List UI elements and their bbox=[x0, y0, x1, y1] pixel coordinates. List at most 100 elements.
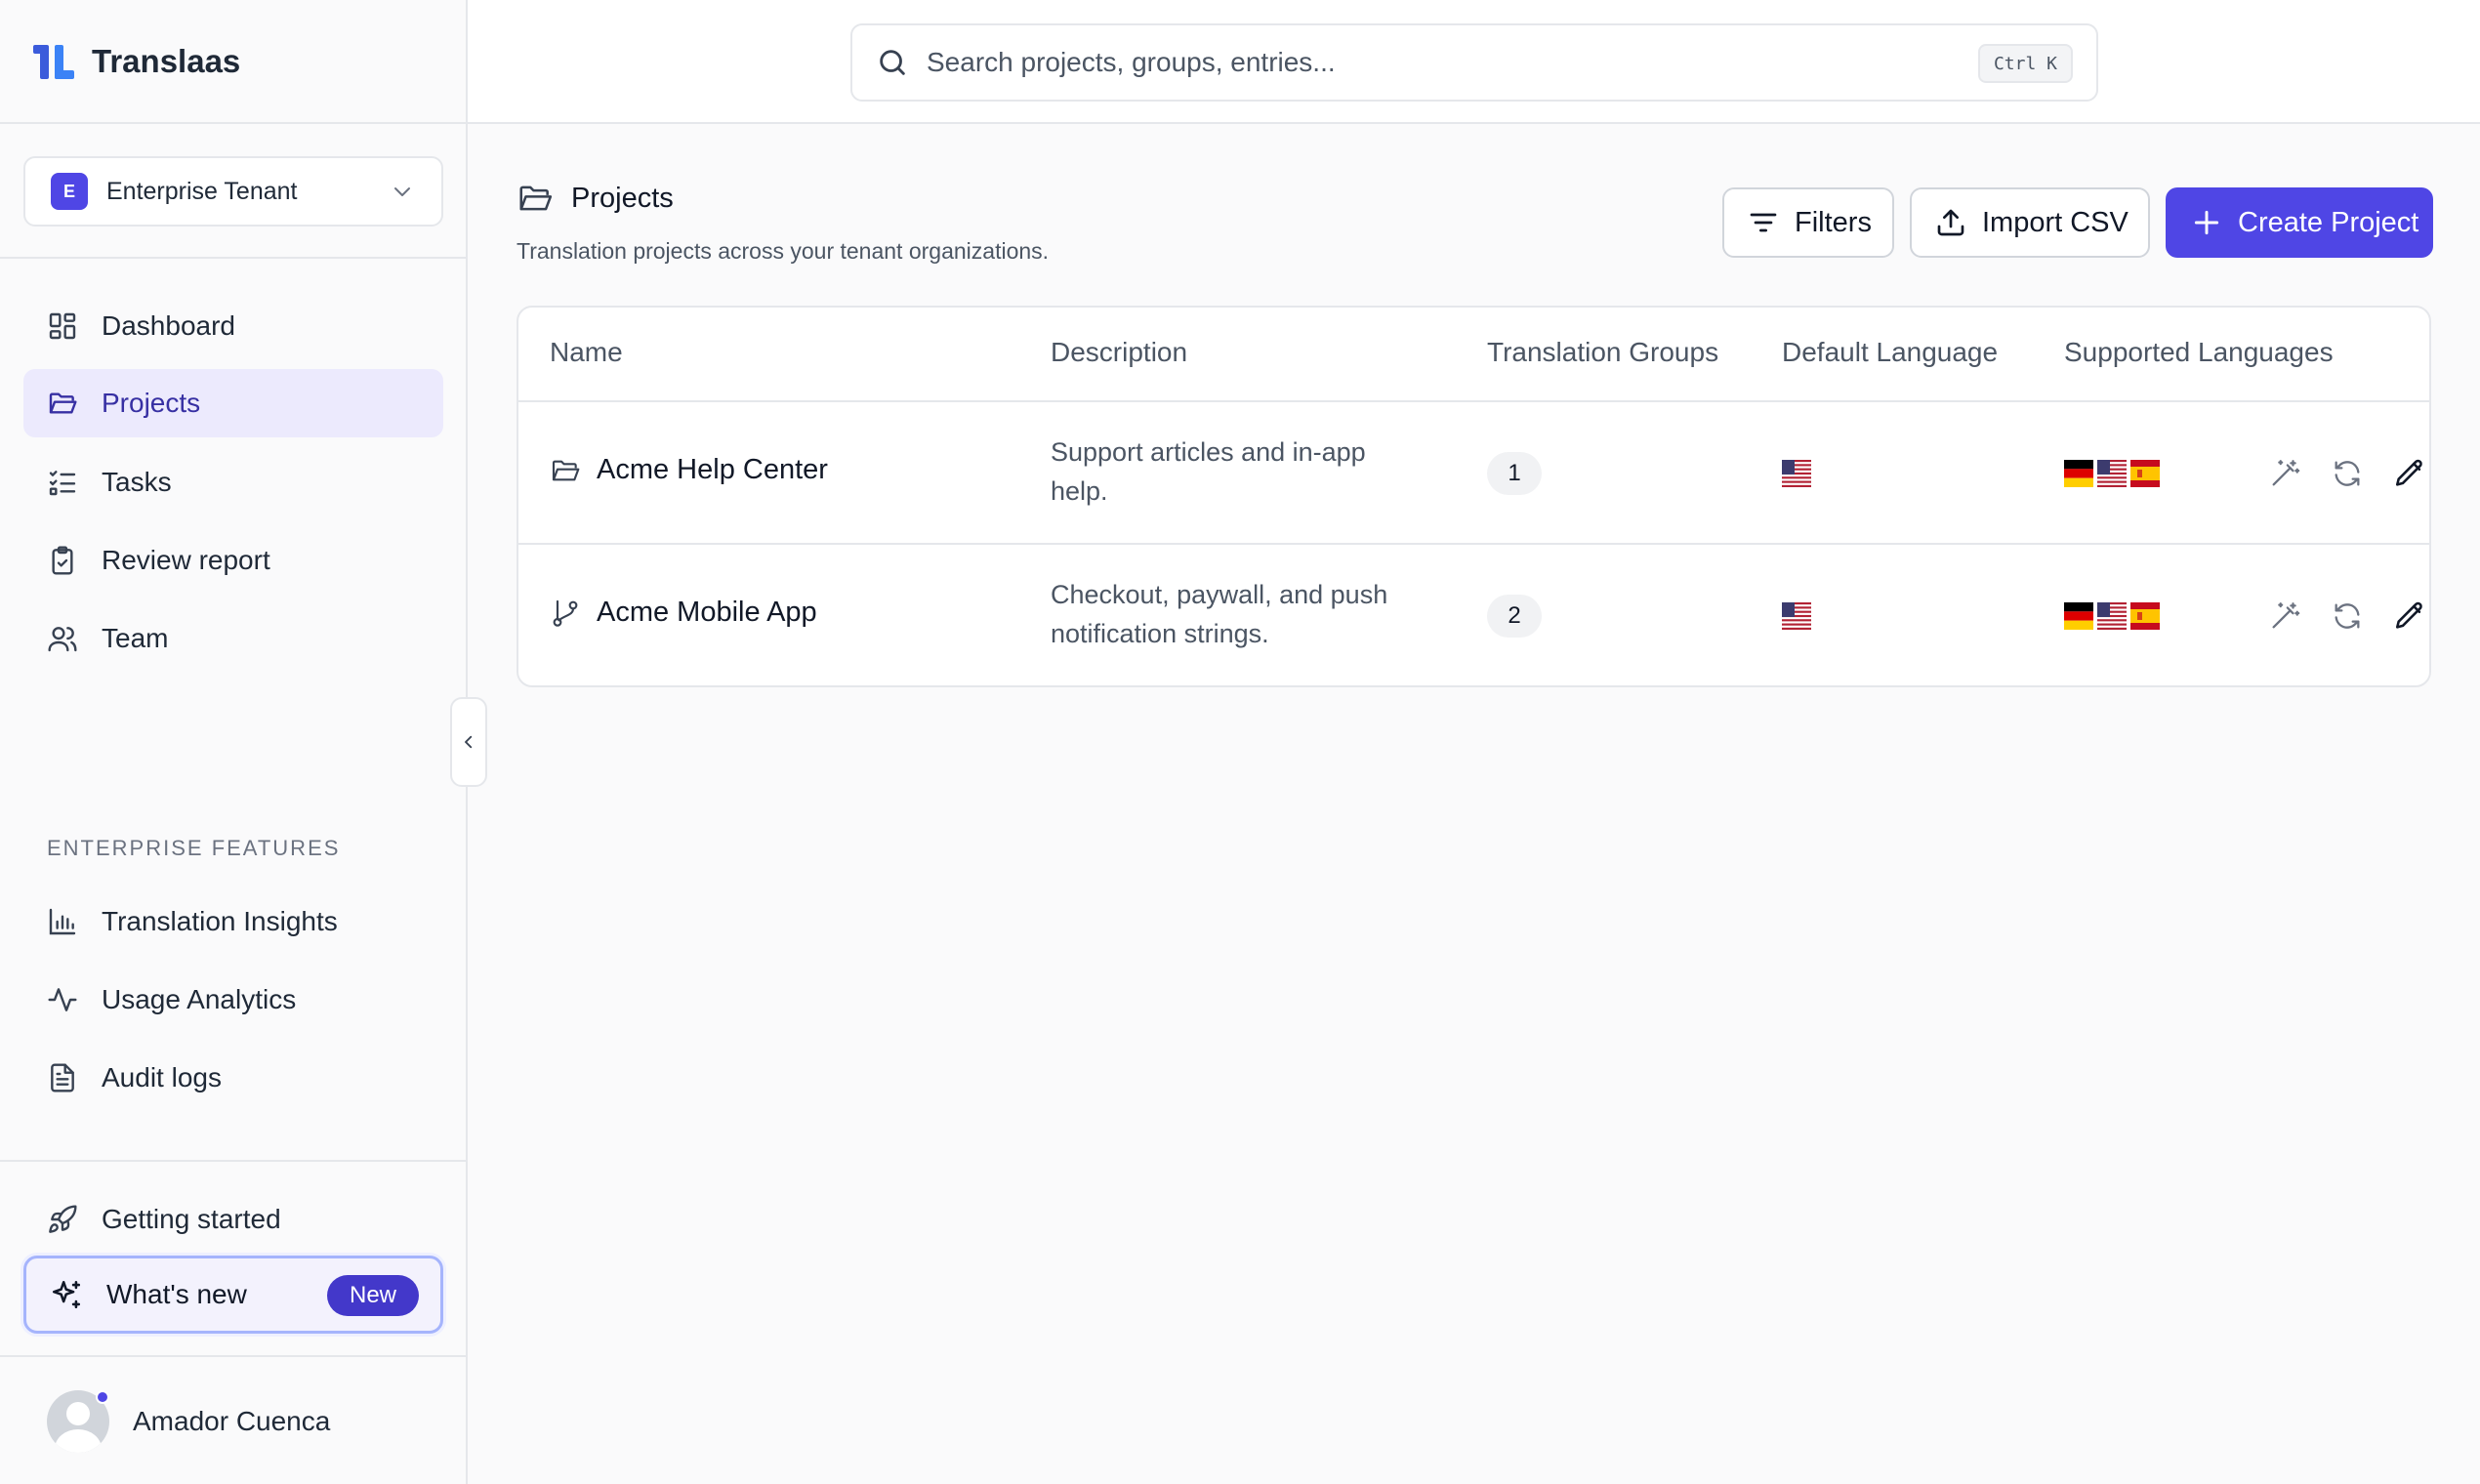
user-profile[interactable]: Amador Cuenca bbox=[47, 1390, 330, 1453]
nav-translation-insights[interactable]: Translation Insights bbox=[23, 887, 443, 956]
column-header-description[interactable]: Description bbox=[1051, 337, 1187, 368]
sidebar-divider bbox=[0, 1160, 466, 1162]
sparkles-icon bbox=[52, 1280, 81, 1309]
filter-lines-icon bbox=[1750, 213, 1777, 232]
tenant-section: E Enterprise Tenant bbox=[0, 124, 466, 259]
de-flag-icon bbox=[2064, 460, 2093, 487]
nav-audit-logs[interactable]: Audit logs bbox=[23, 1044, 443, 1112]
folder-open-icon bbox=[519, 186, 553, 211]
list-checks-icon bbox=[49, 471, 76, 496]
refresh-icon[interactable] bbox=[2331, 457, 2364, 490]
es-flag-icon bbox=[2130, 460, 2160, 487]
edit-pencil-icon[interactable] bbox=[2393, 599, 2426, 633]
nav-getting-started-label: Getting started bbox=[102, 1204, 281, 1234]
upload-icon bbox=[1937, 209, 1964, 236]
tenant-badge: E bbox=[51, 173, 88, 210]
column-header-default-language[interactable]: Default Language bbox=[1782, 337, 1998, 368]
search-icon bbox=[880, 50, 905, 75]
brand-name: Translaas bbox=[92, 42, 241, 79]
filters-label: Filters bbox=[1795, 206, 1872, 238]
us-flag-icon bbox=[2097, 602, 2127, 630]
nav-tasks-label: Tasks bbox=[102, 467, 172, 497]
rocket-icon bbox=[49, 1205, 77, 1233]
whats-new-button[interactable]: What's new New bbox=[23, 1256, 443, 1334]
nav-team-label: Team bbox=[102, 623, 169, 653]
enterprise-section-label: ENTERPRISE FEATURES bbox=[47, 836, 341, 860]
nav-translation-insights-label: Translation Insights bbox=[102, 906, 338, 936]
search-bar[interactable]: Ctrl K bbox=[850, 23, 2098, 102]
folder-icon bbox=[552, 460, 580, 480]
online-status-dot bbox=[96, 1390, 109, 1404]
whats-new-label: What's new bbox=[106, 1279, 247, 1309]
brand[interactable]: Translaas bbox=[0, 0, 466, 124]
nav-tasks[interactable]: Tasks bbox=[23, 448, 443, 516]
project-description: Checkout, paywall, and push notification… bbox=[1051, 575, 1441, 653]
sidebar-divider-bottom bbox=[0, 1355, 466, 1357]
translation-group-count: 2 bbox=[1487, 595, 1542, 638]
import-csv-button[interactable]: Import CSV bbox=[1910, 187, 2150, 258]
nav-team[interactable]: Team bbox=[23, 604, 443, 673]
translation-group-count: 1 bbox=[1487, 452, 1542, 495]
description-line: Support articles and in-app bbox=[1051, 437, 1366, 467]
magic-wand-icon[interactable] bbox=[2268, 599, 2301, 633]
nav-usage-analytics-label: Usage Analytics bbox=[102, 984, 297, 1014]
refresh-icon[interactable] bbox=[2331, 599, 2364, 633]
edit-pencil-icon[interactable] bbox=[2393, 457, 2426, 490]
description-line: notification strings. bbox=[1051, 619, 1269, 648]
column-header-translation-groups[interactable]: Translation Groups bbox=[1487, 337, 1718, 368]
activity-icon bbox=[48, 988, 77, 1011]
collapse-sidebar-button[interactable] bbox=[450, 697, 487, 787]
nav-review-report-label: Review report bbox=[102, 545, 270, 575]
plus-icon bbox=[2194, 210, 2219, 235]
sidebar: Translaas E Enterprise Tenant Dashboard … bbox=[0, 0, 468, 1484]
top-bar: Ctrl K bbox=[468, 0, 2480, 124]
filters-button[interactable]: Filters bbox=[1722, 187, 1894, 258]
es-flag-icon bbox=[2130, 602, 2160, 630]
project-name: Acme Mobile App bbox=[597, 597, 817, 628]
bar-chart-icon bbox=[49, 908, 76, 935]
project-name: Acme Help Center bbox=[597, 454, 828, 485]
us-flag-icon bbox=[2097, 460, 2127, 487]
us-flag-icon bbox=[1782, 602, 1811, 630]
page-header: Projects bbox=[517, 180, 674, 217]
chevron-left-icon bbox=[465, 735, 473, 749]
magic-wand-icon[interactable] bbox=[2268, 457, 2301, 490]
project-description: Support articles and in-app help. bbox=[1051, 433, 1441, 511]
folder-open-icon bbox=[49, 392, 77, 414]
nav-getting-started[interactable]: Getting started bbox=[23, 1185, 443, 1254]
layout-grid-icon bbox=[49, 312, 76, 340]
header-divider bbox=[518, 400, 2429, 402]
nav-usage-analytics[interactable]: Usage Analytics bbox=[23, 966, 443, 1034]
nav-dashboard-label: Dashboard bbox=[102, 310, 235, 341]
nav-projects-label: Projects bbox=[102, 388, 201, 418]
nav-audit-logs-label: Audit logs bbox=[102, 1062, 222, 1092]
nav-dashboard[interactable]: Dashboard bbox=[23, 292, 443, 360]
create-project-button[interactable]: Create Project bbox=[2166, 187, 2433, 258]
column-header-supported-languages[interactable]: Supported Languages bbox=[2064, 337, 2334, 368]
nav-projects[interactable]: Projects bbox=[23, 369, 443, 437]
de-flag-icon bbox=[2064, 602, 2093, 630]
create-project-label: Create Project bbox=[2238, 206, 2419, 238]
nav-review-report[interactable]: Review report bbox=[23, 526, 443, 595]
project-name-cell[interactable]: Acme Help Center bbox=[550, 454, 828, 486]
user-name: Amador Cuenca bbox=[133, 1406, 331, 1436]
row-divider bbox=[518, 543, 2429, 545]
search-input[interactable] bbox=[927, 47, 1903, 78]
column-header-name[interactable]: Name bbox=[550, 337, 623, 368]
tenant-selector[interactable]: E Enterprise Tenant bbox=[23, 156, 443, 227]
users-icon bbox=[48, 627, 77, 652]
description-line: help. bbox=[1051, 476, 1108, 506]
file-text-icon bbox=[51, 1063, 74, 1092]
projects-table: Name Description Translation Groups Defa… bbox=[517, 306, 2431, 687]
page-title: Projects bbox=[571, 182, 674, 214]
search-shortcut: Ctrl K bbox=[1977, 44, 2073, 83]
import-csv-label: Import CSV bbox=[1982, 206, 2129, 238]
new-badge: New bbox=[327, 1275, 419, 1316]
clipboard-check-icon bbox=[52, 546, 73, 575]
project-name-cell[interactable]: Acme Mobile App bbox=[550, 597, 817, 629]
page-subtitle: Translation projects across your tenant … bbox=[517, 238, 1050, 264]
us-flag-icon bbox=[1782, 460, 1811, 487]
translaas-logo-icon bbox=[33, 44, 74, 79]
chevron-down-icon bbox=[394, 187, 410, 196]
tenant-name: Enterprise Tenant bbox=[106, 177, 298, 205]
